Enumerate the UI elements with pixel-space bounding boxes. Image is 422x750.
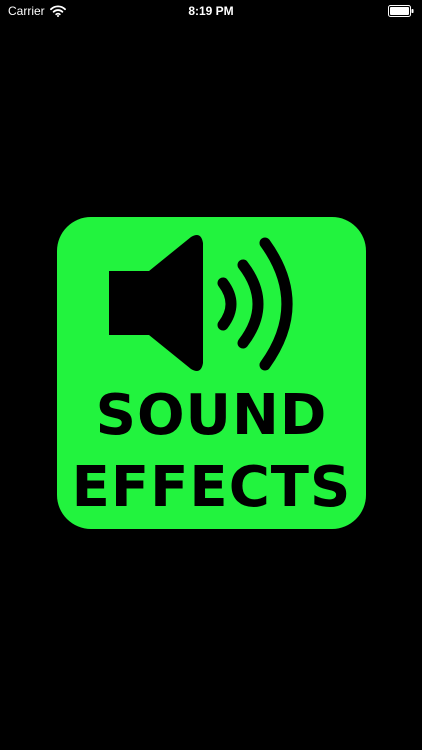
status-bar: Carrier 8:19 PM — [0, 0, 422, 22]
status-time: 8:19 PM — [188, 4, 234, 18]
logo-text-sound: SOUND — [95, 383, 328, 448]
speaker-icon — [109, 235, 293, 371]
logo-text-effects: EFFECTS — [71, 455, 352, 520]
battery-icon — [388, 5, 414, 17]
sound-effects-logo: SOUND EFFECTS — [57, 217, 366, 529]
